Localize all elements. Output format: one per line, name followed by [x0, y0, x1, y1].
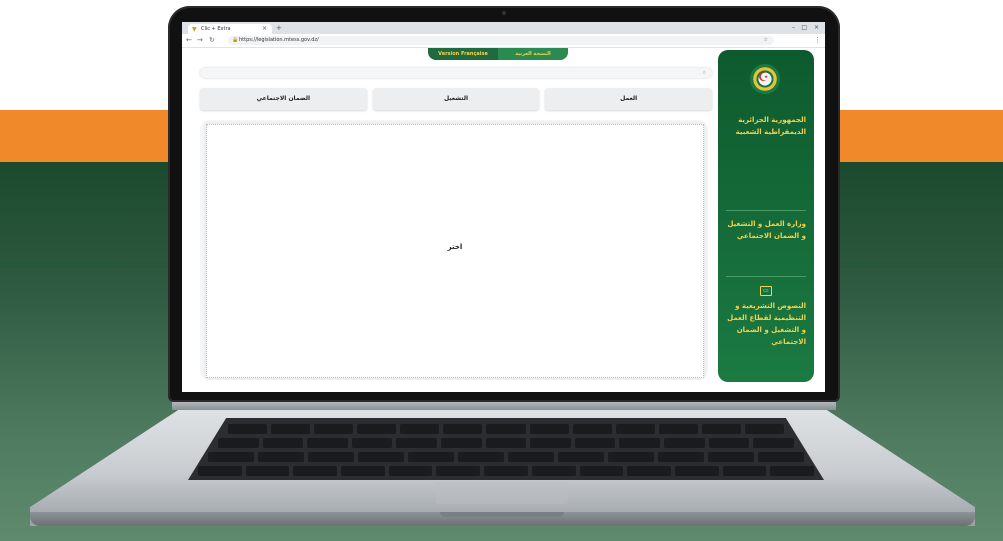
key [558, 452, 604, 462]
camera-icon [502, 11, 506, 15]
key [664, 438, 705, 448]
key [753, 438, 794, 448]
language-switcher: Version Française النسخة العربية [428, 48, 568, 60]
key [770, 466, 814, 476]
key [408, 452, 454, 462]
key [531, 466, 576, 476]
category-bar: الضمان الاجتماعي التشغيل العمل [200, 88, 713, 110]
key [484, 466, 528, 476]
key [293, 466, 338, 476]
key [574, 438, 616, 448]
category-social-security[interactable]: الضمان الاجتماعي [200, 88, 367, 110]
key [486, 424, 526, 434]
key [708, 438, 750, 448]
key [722, 466, 767, 476]
window-close-button[interactable]: × [814, 23, 819, 33]
search-icon[interactable]: ⌕ [703, 68, 706, 78]
close-icon[interactable]: × [262, 24, 267, 34]
key [529, 424, 569, 434]
key [674, 466, 719, 476]
category-employment[interactable]: التشغيل [372, 88, 540, 110]
key [701, 424, 741, 434]
key [351, 438, 393, 448]
key-row [228, 424, 785, 434]
sidebar: ☪ الجمهورية الجزائرية الديمقراطية الشعبي… [718, 50, 814, 382]
key [228, 424, 268, 434]
key [615, 424, 655, 434]
address-bar: ← → ↻ 🔒 https://legislation.mtess.gov.dz… [182, 34, 825, 48]
key [357, 424, 397, 434]
url-input[interactable]: 🔒 https://legislation.mtess.gov.dz/ ☆ [228, 36, 774, 45]
key [441, 438, 482, 448]
key [198, 466, 242, 476]
key [608, 452, 654, 462]
search-input[interactable]: ⌕ [200, 68, 712, 78]
content-area: اختر [206, 124, 704, 378]
key [744, 424, 785, 434]
arabic-version-button[interactable]: النسخة العربية [498, 48, 568, 60]
screen: ▼ Clic + Extra × + – □ × ← → ↻ 🔒 https:/… [182, 22, 825, 392]
key [572, 424, 612, 434]
key [530, 438, 571, 448]
laptop-trackpad [436, 482, 568, 504]
browser-menu-button[interactable]: ⋮ [814, 35, 821, 46]
key [358, 452, 404, 462]
new-tab-button[interactable]: + [276, 23, 282, 33]
key [658, 452, 704, 462]
maximize-button[interactable]: □ [801, 23, 807, 33]
divider [726, 276, 806, 277]
key-row [198, 466, 814, 476]
category-labor[interactable]: العمل [545, 88, 713, 110]
key [262, 438, 304, 448]
key [758, 452, 804, 462]
key [658, 424, 698, 434]
key [208, 452, 254, 462]
key [619, 438, 661, 448]
legal-texts-link[interactable]: النصوص التشريعية و التنظيمية لقطاع العمل… [722, 300, 806, 348]
key [458, 452, 504, 462]
french-version-button[interactable]: Version Française [428, 48, 498, 60]
key [314, 424, 354, 434]
star-crescent-icon: ☪ [758, 70, 769, 84]
key [396, 438, 438, 448]
bookmark-star-icon[interactable]: ☆ [764, 36, 768, 45]
laptop-keyboard [188, 418, 824, 480]
book-icon: ▭ [760, 286, 772, 296]
key [341, 466, 385, 476]
key [579, 466, 624, 476]
key [258, 452, 304, 462]
key [443, 424, 483, 434]
ministry-title: وزارة العمل و التشغيل و الضمان الاجتماعي [727, 220, 806, 240]
key [388, 466, 433, 476]
key [485, 438, 527, 448]
key [436, 466, 481, 476]
forward-button[interactable]: → [197, 35, 203, 46]
laptop-notch [440, 512, 564, 517]
web-page: Version Française النسخة العربية ⌕ الضما… [182, 48, 825, 392]
browser-tabbar: ▼ Clic + Extra × + – □ × [182, 22, 825, 34]
divider [726, 210, 806, 211]
key [218, 438, 259, 448]
key [508, 452, 554, 462]
key [708, 452, 754, 462]
back-button[interactable]: ← [186, 35, 192, 46]
key [307, 438, 348, 448]
lock-icon: 🔒 [232, 37, 239, 43]
url-text: https://legislation.mtess.gov.dz/ [239, 37, 319, 43]
republic-title: الجمهورية الجزائرية الديمقراطية الشعبية [735, 116, 806, 136]
choose-label: اختر [447, 243, 463, 251]
browser-tab[interactable]: ▼ Clic + Extra × [188, 24, 272, 34]
tab-title: Clic + Extra [201, 26, 231, 32]
reload-button[interactable]: ↻ [209, 35, 215, 46]
emblem-icon: ☪ [750, 64, 780, 94]
key [245, 466, 290, 476]
minimize-button[interactable]: – [792, 23, 795, 33]
key-row [218, 438, 794, 448]
key [308, 452, 354, 462]
key-row [208, 452, 804, 462]
key [271, 424, 311, 434]
key [627, 466, 671, 476]
key [400, 424, 440, 434]
